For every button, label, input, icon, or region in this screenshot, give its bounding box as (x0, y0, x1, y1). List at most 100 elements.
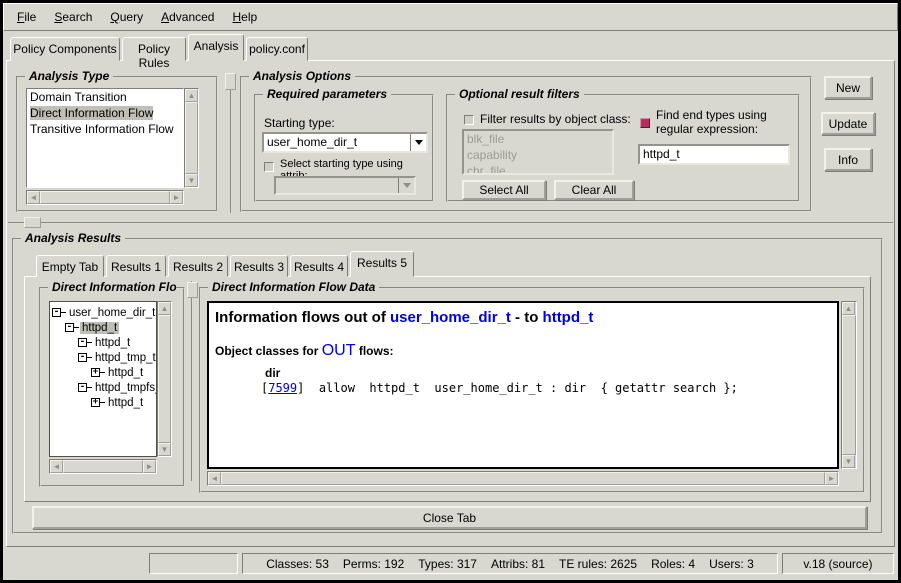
scroll-down-icon[interactable]: ▼ (842, 455, 855, 468)
clear-all-button[interactable]: Clear All (554, 180, 634, 200)
menu-bar: File Search Query Advanced Help (3, 3, 898, 31)
scroll-thumb[interactable] (158, 315, 171, 443)
tree-collapse-icon[interactable]: - (78, 353, 87, 362)
tree-item[interactable]: +httpd_t (50, 365, 156, 380)
results-sash-handle[interactable] (24, 217, 41, 228)
analysis-type-vscrollbar[interactable]: ▲ ▼ (184, 88, 199, 188)
tree-expand-icon[interactable]: + (91, 368, 100, 377)
menu-query[interactable]: Query (101, 8, 152, 26)
tree-item[interactable]: -httpd_tmp_t (50, 350, 156, 365)
scroll-left-icon[interactable]: ◄ (27, 191, 40, 204)
scroll-thumb[interactable] (63, 460, 143, 473)
results-pane-sash-handle[interactable] (187, 282, 198, 298)
starting-type-value: user_home_dir_t (264, 134, 410, 151)
list-item[interactable]: Transitive Information Flow (27, 121, 183, 137)
analysis-type-title: Analysis Type (25, 69, 113, 83)
list-item[interactable]: Domain Transition (27, 89, 183, 105)
version-text: v.18 (source) (803, 557, 872, 571)
optional-filters-title: Optional result filters (455, 87, 584, 101)
scroll-left-icon[interactable]: ◄ (50, 460, 63, 473)
scroll-thumb[interactable] (185, 102, 198, 174)
tab-results-2[interactable]: Results 2 (168, 255, 228, 277)
tab-empty-tab[interactable]: Empty Tab (36, 255, 104, 277)
list-item-selected[interactable]: Direct Information Flow (27, 105, 183, 121)
required-parameters-group: Required parameters Starting type: user_… (254, 94, 434, 202)
select-all-button[interactable]: Select All (462, 180, 546, 200)
tree-item[interactable]: -user_home_dir_t (50, 305, 156, 320)
end-type-text: httpd_t (543, 309, 594, 326)
results-pane-sash-line (191, 281, 193, 481)
flow-tree-vscrollbar[interactable]: ▲ ▼ (157, 301, 172, 457)
scroll-right-icon[interactable]: ► (170, 191, 183, 204)
flow-data-vscrollbar[interactable]: ▲ ▼ (841, 301, 857, 469)
filter-object-class-checkbox[interactable] (464, 115, 474, 125)
list-item-disabled: capability (464, 147, 612, 163)
tree-collapse-icon[interactable]: - (78, 383, 87, 392)
required-parameters-title: Required parameters (263, 87, 391, 101)
regex-input[interactable]: httpd_t (638, 144, 790, 165)
flow-tree[interactable]: -user_home_dir_t -httpd_t -httpd_t -http… (49, 301, 157, 457)
scroll-left-icon[interactable]: ◄ (208, 472, 221, 485)
scroll-up-icon[interactable]: ▲ (842, 302, 855, 315)
analysis-type-hscrollbar[interactable]: ◄ ► (26, 190, 184, 205)
tree-expand-icon[interactable]: + (91, 398, 100, 407)
menu-search[interactable]: Search (45, 8, 101, 26)
tab-results-4[interactable]: Results 4 (290, 255, 348, 277)
menu-advanced[interactable]: Advanced (152, 8, 223, 26)
menu-help[interactable]: Help (223, 8, 266, 26)
flow-data-textarea[interactable]: Information flows out of user_home_dir_t… (207, 301, 839, 469)
app-root: File Search Query Advanced Help Policy C… (3, 3, 898, 580)
scroll-right-icon[interactable]: ► (825, 472, 838, 485)
tab-policy-conf[interactable]: policy.conf (246, 37, 308, 61)
scroll-down-icon[interactable]: ▼ (185, 174, 198, 187)
tree-item[interactable]: +httpd_t (50, 395, 156, 410)
tab-results-1[interactable]: Results 1 (106, 255, 166, 277)
pane-sash-line (230, 73, 232, 213)
tree-collapse-icon[interactable]: - (52, 308, 61, 317)
update-button[interactable]: Update (821, 112, 875, 135)
close-tab-button[interactable]: Close Tab (32, 506, 867, 529)
analysis-results-title: Analysis Results (21, 231, 125, 245)
flow-data-title: Direct Information Flow Data (208, 280, 379, 294)
status-version-panel: v.18 (source) (782, 553, 894, 574)
tab-results-5[interactable]: Results 5 (350, 251, 414, 277)
new-button[interactable]: New (824, 76, 872, 99)
rule-id-link[interactable]: 7599 (268, 381, 297, 395)
pane-sash-handle[interactable] (225, 73, 236, 90)
combo-dropdown-button[interactable] (410, 134, 426, 151)
status-empty-panel (149, 553, 238, 574)
tab-policy-rules[interactable]: Policy Rules (122, 37, 186, 61)
tree-item[interactable]: -httpd_tmpfs_t (50, 380, 156, 395)
menu-file[interactable]: File (8, 8, 45, 26)
flow-tree-hscrollbar[interactable]: ◄ ► (49, 459, 157, 474)
scroll-thumb[interactable] (221, 472, 825, 485)
scroll-thumb[interactable] (842, 315, 856, 455)
scroll-up-icon[interactable]: ▲ (185, 89, 198, 102)
tab-analysis[interactable]: Analysis (188, 34, 244, 61)
scroll-thumb[interactable] (40, 191, 170, 204)
tree-item[interactable]: -httpd_t (50, 335, 156, 350)
flow-data-hscrollbar[interactable]: ◄ ► (207, 471, 839, 486)
analysis-type-listbox[interactable]: Domain Transition Direct Information Flo… (26, 88, 184, 188)
scroll-down-icon[interactable]: ▼ (158, 443, 171, 456)
app-window: File Search Query Advanced Help Policy C… (0, 0, 901, 583)
analysis-options-title: Analysis Options (249, 69, 355, 83)
chevron-down-icon (403, 183, 411, 188)
tree-collapse-icon[interactable]: - (78, 338, 87, 347)
analysis-results-group: Analysis Results Empty Tab Results 1 Res… (12, 238, 883, 534)
tree-item[interactable]: -httpd_t (50, 320, 156, 335)
tab-results-3[interactable]: Results 3 (230, 255, 288, 277)
stat-users: Users: 3 (709, 557, 754, 571)
attrib-checkbox[interactable] (264, 162, 274, 172)
results-sash-line (8, 222, 893, 224)
tab-policy-components[interactable]: Policy Components (10, 37, 120, 61)
flow-heading: Information flows out of user_home_dir_t… (215, 309, 833, 326)
info-button[interactable]: Info (824, 148, 872, 171)
starting-type-combobox[interactable]: user_home_dir_t (262, 132, 428, 153)
tree-collapse-icon[interactable]: - (65, 323, 74, 332)
scroll-up-icon[interactable]: ▲ (158, 302, 171, 315)
stat-classes: Classes: 53 (266, 557, 329, 571)
regex-checkbox[interactable] (640, 118, 650, 128)
scroll-right-icon[interactable]: ► (143, 460, 156, 473)
stat-te-rules: TE rules: 2625 (559, 557, 637, 571)
